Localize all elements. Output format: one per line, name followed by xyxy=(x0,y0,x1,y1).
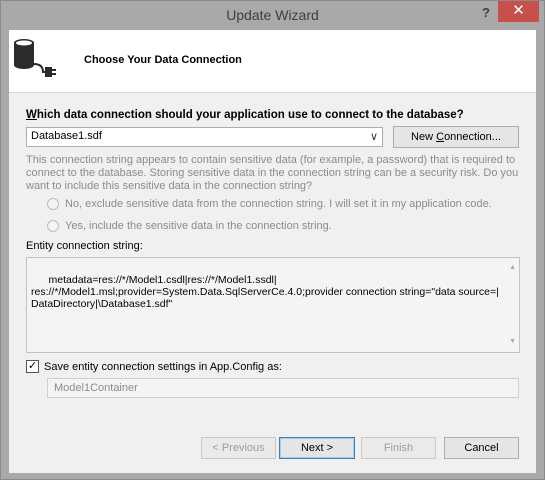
entity-connection-value: metadata=res://*/Model1.csdl|res://*/Mod… xyxy=(31,274,499,310)
connection-question-label: Which data connection should your applic… xyxy=(26,109,464,121)
help-button[interactable]: ? xyxy=(475,3,497,25)
chevron-down-icon[interactable]: ∨ xyxy=(370,130,378,143)
new-connection-button[interactable]: New Connection... xyxy=(393,126,519,148)
save-settings-row[interactable]: ✓ Save entity connection settings in App… xyxy=(26,360,282,373)
next-button[interactable]: Next > xyxy=(279,437,355,459)
radio-include-label: Yes, include the sensitive data in the c… xyxy=(65,220,332,232)
connection-dropdown-value: Database1.sdf xyxy=(31,130,102,142)
question-text: hich data connection should your applica… xyxy=(36,109,464,121)
database-plug-icon xyxy=(14,39,56,77)
radio-exclude-sensitive[interactable]: No, exclude sensitive data from the conn… xyxy=(47,198,492,210)
close-button[interactable]: ✕ xyxy=(498,1,539,22)
scroll-up-icon[interactable]: ▲ xyxy=(509,262,516,274)
previous-button[interactable]: < Previous xyxy=(201,437,276,459)
title-bar[interactable]: Update Wizard ? ✕ xyxy=(1,1,544,30)
entity-connection-textbox[interactable]: metadata=res://*/Model1.csdl|res://*/Mod… xyxy=(26,257,520,353)
radio-include-sensitive[interactable]: Yes, include the sensitive data in the c… xyxy=(47,220,332,232)
save-settings-label: Save entity connection settings in App.C… xyxy=(44,360,282,373)
radio-button[interactable] xyxy=(47,220,59,232)
radio-exclude-label: No, exclude sensitive data from the conn… xyxy=(65,198,492,210)
update-wizard-window: Update Wizard ? ✕ Choose Your Data Conne… xyxy=(0,0,545,480)
radio-button[interactable] xyxy=(47,198,59,210)
connection-dropdown[interactable]: Database1.sdf ∨ xyxy=(26,127,383,147)
container-name-field: Model1Container xyxy=(47,378,519,398)
wizard-content: Choose Your Data Connection Which data c… xyxy=(9,30,536,473)
window-title: Update Wizard xyxy=(226,7,319,23)
scroll-down-icon[interactable]: ▼ xyxy=(509,336,516,348)
header-band: Choose Your Data Connection xyxy=(9,30,536,93)
save-settings-checkbox[interactable]: ✓ xyxy=(26,360,39,373)
sensitive-data-warning: This connection string appears to contai… xyxy=(26,154,519,192)
entity-connection-label: Entity connection string: xyxy=(26,240,143,252)
cancel-button[interactable]: Cancel xyxy=(444,437,519,459)
question-mnemonic: W xyxy=(26,109,37,121)
page-title: Choose Your Data Connection xyxy=(84,54,242,66)
finish-button[interactable]: Finish xyxy=(361,437,436,459)
